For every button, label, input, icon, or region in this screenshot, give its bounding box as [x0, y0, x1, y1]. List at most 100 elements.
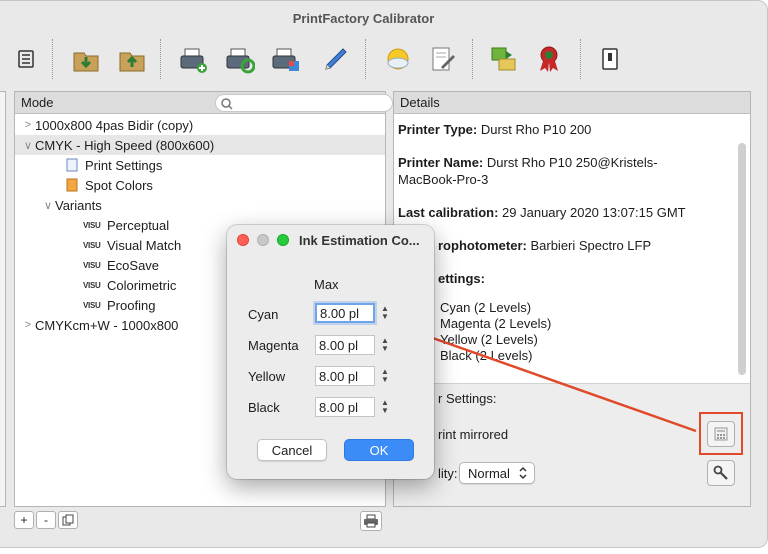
toolbar — [0, 35, 767, 87]
switch-icon[interactable] — [592, 41, 628, 77]
black-max-input[interactable]: 8.00 pl — [315, 397, 375, 417]
dialog-title: Ink Estimation Co... — [299, 233, 420, 248]
tree-item-cmyk-high-speed[interactable]: ∨ CMYK - High Speed (800x600) — [15, 135, 385, 155]
tree-item-label: Proofing — [107, 297, 156, 313]
chevron-down-icon[interactable]: ∨ — [21, 139, 35, 152]
yellow-stepper[interactable]: ▲ ▼ — [379, 366, 391, 386]
printer-settings-icon[interactable] — [267, 41, 303, 77]
ink-setting-cyan: Cyan (2 Levels) — [440, 300, 532, 315]
tree-item-label: Perceptual — [107, 217, 170, 233]
yellow-max-input[interactable]: 8.00 pl — [315, 366, 375, 386]
magenta-stepper[interactable]: ▲ ▼ — [379, 335, 391, 355]
tree-item-label: CMYKcm+W - 1000x800 — [35, 317, 179, 333]
pencil-icon[interactable] — [318, 41, 354, 77]
details-header-label: Details — [400, 95, 440, 110]
ink-setting-magenta: Magenta (2 Levels) — [440, 316, 552, 331]
print-mirrored-label: rint mirrored — [438, 427, 509, 442]
last-calibration-value: 29 January 2020 13:07:15 GMT — [502, 205, 686, 220]
mode-search-input[interactable] — [215, 94, 393, 112]
tree-item-print-settings[interactable]: Print Settings — [15, 155, 385, 175]
chevron-down-icon[interactable]: ∨ — [41, 199, 55, 212]
ink-setting-black: Black (2 Levels) — [440, 348, 533, 363]
print-button[interactable] — [360, 511, 382, 531]
printer-type-value: Durst Rho P10 200 — [480, 122, 592, 137]
ink-estimation-dialog: Ink Estimation Co... Max Cyan 8.00 pl ▲ ▼… — [227, 225, 434, 479]
document-icon — [66, 158, 78, 172]
spectrophotometer-value: Barbieri Spectro LFP — [530, 238, 652, 253]
tree-item-label: Colorimetric — [107, 277, 177, 293]
details-scrollbar[interactable] — [738, 143, 746, 375]
ink-settings-label: ettings: — [438, 271, 485, 286]
max-column-header: Max — [314, 277, 339, 292]
printer-icon — [364, 514, 378, 528]
tree-item-label: Spot Colors — [85, 177, 153, 193]
ok-button[interactable]: OK — [344, 439, 414, 461]
export-icon[interactable] — [114, 41, 150, 77]
magenta-max-input[interactable]: 8.00 pl — [315, 335, 375, 355]
tree-item-label: CMYK - High Speed (800x600) — [35, 137, 215, 153]
tree-item-label: EcoSave — [107, 257, 160, 273]
left-sidebar-stub — [0, 91, 6, 507]
quality-settings-button[interactable] — [707, 460, 735, 486]
chevron-right-icon[interactable]: > — [21, 119, 35, 131]
tree-item-1000x800[interactable]: > 1000x800 4pas Bidir (copy) — [15, 115, 385, 135]
details-content: Printer Type: Durst Rho P10 200 Printer … — [394, 115, 750, 383]
ink-setting-yellow: Yellow (2 Levels) — [440, 332, 538, 347]
toolbar-separator — [472, 39, 473, 79]
tree-item-label: Print Settings — [85, 157, 163, 173]
printer-name-value-1: Durst Rho P10 250@Kristels- — [486, 155, 658, 170]
toolbar-separator — [160, 39, 161, 79]
import-icon[interactable] — [68, 41, 104, 77]
printer-name-value-2: MacBook-Pro-3 — [398, 172, 489, 187]
chevron-right-icon[interactable]: > — [21, 319, 35, 331]
remove-mode-button[interactable]: - — [36, 511, 56, 529]
visu-badge: VISU — [83, 280, 101, 290]
zoom-window-button[interactable] — [277, 234, 289, 246]
annotation-highlight-box — [699, 412, 743, 455]
close-window-button[interactable] — [237, 234, 249, 246]
tree-item-spot-colors[interactable]: Spot Colors — [15, 175, 385, 195]
spectrophotometer-label: rophotometer: — [438, 238, 527, 253]
toolbar-separator — [52, 39, 53, 79]
cyan-stepper[interactable]: ▲ ▼ — [379, 303, 391, 323]
quality-select[interactable]: Normal — [459, 462, 535, 484]
printer-name-line: Printer Name: Durst Rho P10 250@Kristels… — [398, 154, 658, 171]
black-stepper[interactable]: ▲ ▼ — [379, 397, 391, 417]
minimize-window-button[interactable] — [257, 234, 269, 246]
quality-label: lity: — [438, 466, 458, 481]
duplicate-mode-button[interactable] — [58, 511, 78, 529]
wrench-icon — [713, 465, 728, 480]
edit-document-icon[interactable] — [425, 41, 461, 77]
printer-sync-icon[interactable] — [221, 41, 257, 77]
tree-item-variants[interactable]: ∨ Variants — [15, 195, 385, 215]
toolbar-separator — [580, 39, 581, 79]
visu-badge: VISU — [83, 300, 101, 310]
cyan-max-input[interactable]: 8.00 pl — [315, 303, 375, 323]
printer-name-line-2: MacBook-Pro-3 — [398, 171, 488, 188]
ribbon-award-icon[interactable] — [531, 41, 567, 77]
list-icon[interactable] — [8, 41, 44, 77]
tree-item-label: Visual Match — [107, 237, 182, 253]
other-settings-label: r Settings: — [438, 391, 497, 406]
visu-badge: VISU — [83, 240, 101, 250]
duplicate-icon — [62, 514, 74, 526]
spectrophotometer-line: rophotometer: Barbieri Spectro LFP — [438, 237, 651, 254]
add-mode-button[interactable]: + — [14, 511, 34, 529]
details-pane: Details Printer Type: Durst Rho P10 200 … — [393, 91, 751, 507]
sun-icon[interactable] — [380, 41, 416, 77]
printer-add-icon[interactable] — [175, 41, 211, 77]
window-title: PrintFactory Calibrator — [292, 10, 435, 26]
yellow-label: Yellow — [248, 369, 286, 384]
printer-type-label: Printer Type: — [398, 122, 478, 137]
cancel-button[interactable]: Cancel — [257, 439, 327, 461]
mode-bottom-bar: + - — [14, 511, 78, 533]
tree-item-label: 1000x800 4pas Bidir (copy) — [35, 117, 194, 133]
spot-color-icon[interactable] — [485, 41, 521, 77]
spot-color-swatch-icon — [66, 178, 78, 192]
cyan-label: Cyan — [248, 307, 279, 322]
tree-item-label: Variants — [55, 197, 102, 213]
search-icon — [221, 98, 233, 110]
printer-type-line: Printer Type: Durst Rho P10 200 — [398, 121, 591, 138]
mode-header-label: Mode — [21, 95, 54, 110]
last-calibration-label: Last calibration: — [398, 205, 499, 220]
